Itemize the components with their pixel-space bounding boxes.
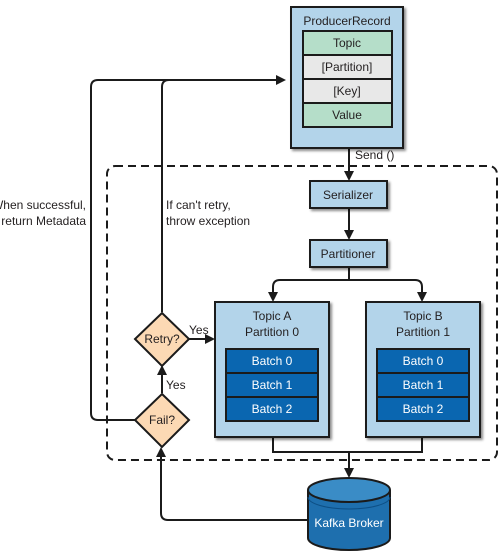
fail-yes-label: Yes (166, 378, 186, 392)
fail-decision: Fail? (133, 392, 191, 449)
partitioner-to-topic-a-arrow (268, 268, 350, 302)
svg-text:Partition 0: Partition 0 (245, 325, 299, 339)
retry-decision: Retry? (133, 311, 191, 368)
svg-text:Batch 1: Batch 1 (252, 378, 293, 392)
kafka-broker-label: Kafka Broker (314, 516, 383, 530)
svg-text:Topic A: Topic A (253, 309, 292, 323)
topic-a-to-broker (272, 437, 423, 453)
topic-b-partition-1: Topic B Partition 1 Batch 0 Batch 1 Batc… (365, 301, 481, 438)
kafka-broker: Kafka Broker (307, 477, 391, 551)
no-retry-arrow (161, 79, 170, 312)
kafka-producer-diagram: ProducerRecord Topic [Partition] [Key] V… (0, 6, 498, 551)
svg-text:Batch 0: Batch 0 (252, 354, 293, 368)
noretry-annotation-line2: throw exception (166, 214, 250, 228)
producer-record: ProducerRecord Topic [Partition] [Key] V… (290, 6, 404, 149)
svg-text:Batch 1: Batch 1 (403, 378, 444, 392)
partitioner-to-topic-b-arrow (349, 279, 427, 302)
svg-text:Batch 0: Batch 0 (403, 354, 444, 368)
svg-text:Topic: Topic (333, 36, 361, 50)
noretry-annotation-line1: If can't retry, (166, 198, 231, 212)
svg-text:Topic B: Topic B (403, 309, 442, 323)
success-annotation-line2: return Metadata (1, 214, 86, 228)
retry-yes-label: Yes (189, 323, 209, 337)
svg-text:Partition 1: Partition 1 (396, 325, 450, 339)
svg-text:Batch 2: Batch 2 (252, 402, 293, 416)
send-label: Send () (355, 148, 394, 162)
svg-text:[Partition]: [Partition] (322, 60, 373, 74)
svg-text:Batch 2: Batch 2 (403, 402, 444, 416)
producer-record-title: ProducerRecord (303, 14, 390, 28)
serializer-label: Serializer (323, 188, 373, 202)
svg-text:Retry?: Retry? (144, 332, 180, 346)
partitioner-label: Partitioner (321, 247, 376, 261)
broker-cylinder-top (307, 477, 391, 503)
svg-text:Fail?: Fail? (149, 413, 175, 427)
svg-text:Value: Value (332, 108, 362, 122)
svg-text:[Key]: [Key] (333, 84, 360, 98)
success-annotation-line1: When successful, (0, 198, 86, 212)
topic-a-partition-0: Topic A Partition 0 Batch 0 Batch 1 Batc… (214, 301, 330, 438)
